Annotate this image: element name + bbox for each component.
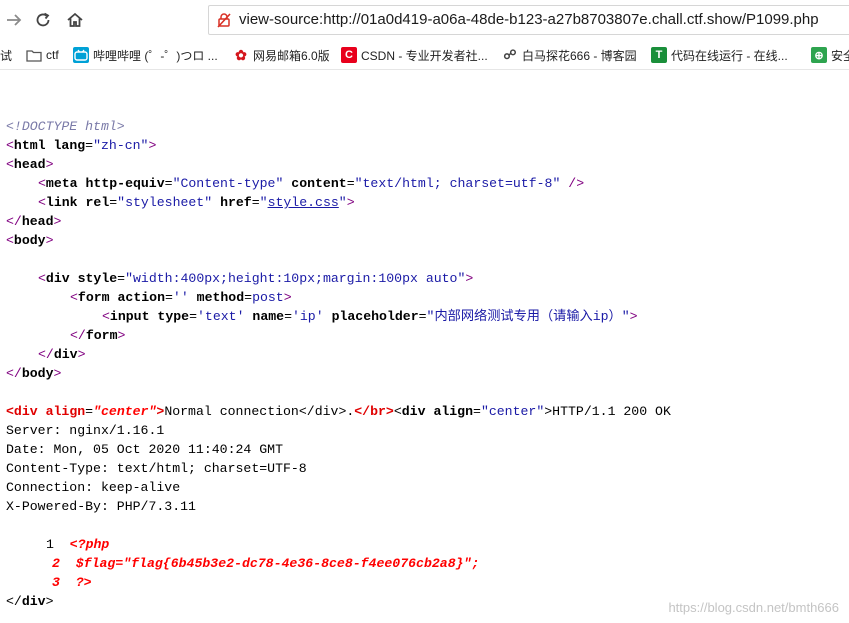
source-div-close-final: </div>	[6, 594, 54, 609]
not-secure-icon[interactable]	[216, 12, 232, 28]
bookmark-csdn[interactable]: C CSDN - 专业开发者社...	[341, 46, 488, 64]
bookmarks-bar: 试 ctf 哔哩哔哩 (゜-゜)つロ ... ✿ 网易邮箱6.0版 C CSDN…	[0, 40, 849, 70]
cnblogs-icon: ☍	[502, 47, 518, 63]
source-form-close: </form>	[70, 328, 126, 343]
bookmark-label: 哔哩哔哩 (゜-゜)つロ ...	[93, 48, 218, 63]
bookmark-label: ctf	[46, 48, 59, 62]
code-runner-icon: T	[651, 47, 667, 63]
bookmark-security[interactable]: ⊕ 安全	[811, 46, 849, 64]
source-header-line: Date: Mon, 05 Oct 2020 11:40:24 GMT	[6, 442, 283, 457]
source-head-open: <head>	[6, 157, 54, 172]
source-head-close: </head>	[6, 214, 62, 229]
source-header-line: Server: nginx/1.16.1	[6, 423, 165, 438]
folder-icon	[26, 47, 42, 63]
source-div-close: </div>	[38, 347, 86, 362]
source-html-open: <html lang="zh-cn">	[6, 138, 157, 153]
reload-icon[interactable]	[31, 8, 55, 32]
php-code-line: 2 $flag="flag{6b45b3e2-dc78-4e36-8ce8-f4…	[52, 556, 480, 571]
security-icon: ⊕	[811, 47, 827, 63]
bookmark-label: 试	[0, 48, 13, 63]
bookmark-label: 网易邮箱6.0版	[253, 48, 330, 63]
home-icon[interactable]	[63, 8, 87, 32]
bookmark-bilibili[interactable]: 哔哩哔哩 (゜-゜)つロ ...	[73, 46, 218, 64]
bookmark-label: CSDN - 专业开发者社...	[361, 48, 488, 63]
source-body-close: </body>	[6, 366, 62, 381]
watermark: https://blog.csdn.net/bmth666	[668, 600, 839, 615]
bookmark-folder-ctf[interactable]: ctf	[26, 46, 59, 64]
forward-arrow-icon[interactable]	[2, 8, 26, 32]
bookmark-cnblogs[interactable]: ☍ 白马探花666 - 博客园	[502, 46, 637, 64]
source-form-open: <form action='' method=post>	[70, 290, 292, 305]
address-url: view-source:http://01a0d419-a06a-48de-b1…	[239, 11, 819, 28]
bookmark-label: 代码在线运行 - 在线...	[671, 48, 788, 63]
source-header-line: Content-Type: text/html; charset=UTF-8	[6, 461, 307, 476]
source-response-line: <div align="center">Normal connection</d…	[6, 404, 671, 419]
bookmark-label: 白马探花666 - 博客园	[522, 48, 637, 63]
bookmark-item[interactable]: 试	[0, 46, 12, 64]
netease-icon: ✿	[233, 47, 249, 63]
source-doctype: <!DOCTYPE html>	[6, 119, 125, 134]
php-code-line: 3 ?>	[52, 575, 92, 590]
source-header-line: Connection: keep-alive	[6, 480, 181, 495]
stylesheet-link[interactable]: style.css	[268, 195, 339, 210]
bookmark-label: 安全	[831, 48, 849, 63]
source-input-tag: <input type='text' name='ip' placeholder…	[102, 309, 638, 324]
csdn-icon: C	[341, 47, 357, 63]
source-body-open: <body>	[6, 233, 54, 248]
bookmark-code-runner[interactable]: T 代码在线运行 - 在线...	[651, 46, 788, 64]
bilibili-icon	[73, 47, 89, 63]
source-meta-tag: <meta http-equiv="Content-type" content=…	[38, 176, 585, 191]
address-bar[interactable]: view-source:http://01a0d419-a06a-48de-b1…	[208, 5, 849, 35]
source-link-tag: <link rel="stylesheet" href="style.css">	[38, 195, 355, 210]
bookmark-netease-mail[interactable]: ✿ 网易邮箱6.0版	[233, 46, 330, 64]
source-div-open: <div style="width:400px;height:10px;marg…	[38, 271, 474, 286]
browser-toolbar: view-source:http://01a0d419-a06a-48de-b1…	[0, 0, 849, 40]
php-code-line: 1 <?php	[46, 537, 110, 552]
source-header-line: X-Powered-By: PHP/7.3.11	[6, 499, 196, 514]
